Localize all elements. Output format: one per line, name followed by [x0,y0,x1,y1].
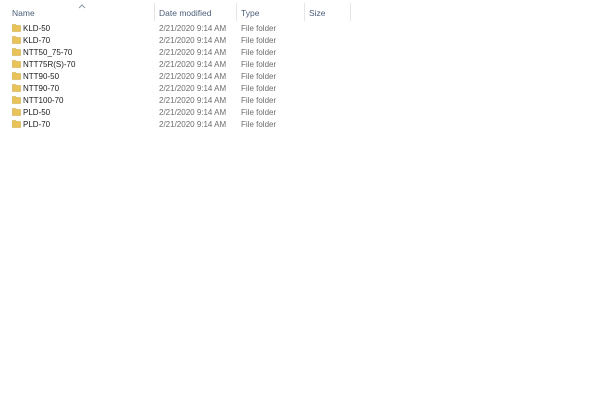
file-type: File folder [241,48,277,57]
file-type: File folder [241,96,277,105]
folder-icon [12,95,21,104]
list-item[interactable]: KLD-50 2/21/2020 9:14 AM File folder [0,22,352,34]
file-type: File folder [241,60,277,69]
folder-icon [12,35,21,44]
chevron-up-icon[interactable] [78,1,86,9]
list-item[interactable]: PLD-70 2/21/2020 9:14 AM File folder [0,118,352,130]
file-name: KLD-70 [23,36,51,45]
file-date-modified: 2/21/2020 9:14 AM [159,96,227,105]
list-item[interactable]: NTT75R(S)-70 2/21/2020 9:14 AM File fold… [0,58,352,70]
file-type: File folder [241,72,277,81]
folder-icon [12,23,21,32]
list-item[interactable]: NTT90-70 2/21/2020 9:14 AM File folder [0,82,352,94]
folder-icon [12,107,21,116]
file-name: NTT100-70 [23,96,64,105]
column-header-size[interactable]: Size [309,0,326,22]
list-item[interactable]: NTT90-50 2/21/2020 9:14 AM File folder [0,70,352,82]
column-divider[interactable] [154,3,155,21]
column-header-type[interactable]: Type [241,0,259,22]
file-name: PLD-50 [23,108,51,117]
column-divider[interactable] [236,3,237,21]
file-date-modified: 2/21/2020 9:14 AM [159,60,227,69]
file-type: File folder [241,36,277,45]
file-type: File folder [241,120,277,129]
list-item[interactable]: PLD-50 2/21/2020 9:14 AM File folder [0,106,352,118]
file-date-modified: 2/21/2020 9:14 AM [159,36,227,45]
file-date-modified: 2/21/2020 9:14 AM [159,120,227,129]
file-type: File folder [241,24,277,33]
file-list-view: Name Date modified Type Size KLD-50 2/21… [0,0,600,410]
file-date-modified: 2/21/2020 9:14 AM [159,48,227,57]
list-item[interactable]: NTT100-70 2/21/2020 9:14 AM File folder [0,94,352,106]
folder-icon [12,119,21,128]
file-type: File folder [241,108,277,117]
file-name: NTT50_75-70 [23,48,73,57]
file-date-modified: 2/21/2020 9:14 AM [159,24,227,33]
column-divider[interactable] [304,3,305,21]
file-name: KLD-50 [23,24,51,33]
folder-icon [12,47,21,56]
column-divider[interactable] [350,3,351,21]
folder-icon [12,83,21,92]
column-header-row: Name Date modified Type Size [0,0,352,22]
list-item[interactable]: KLD-70 2/21/2020 9:14 AM File folder [0,34,352,46]
file-name: PLD-70 [23,120,51,129]
file-name: NTT75R(S)-70 [23,60,76,69]
column-header-date-modified[interactable]: Date modified [159,0,211,22]
list-item[interactable]: NTT50_75-70 2/21/2020 9:14 AM File folde… [0,46,352,58]
folder-icon [12,59,21,68]
file-name: NTT90-70 [23,84,60,93]
file-name: NTT90-50 [23,72,60,81]
column-header-name[interactable]: Name [12,0,35,22]
folder-icon [12,71,21,80]
file-date-modified: 2/21/2020 9:14 AM [159,108,227,117]
file-date-modified: 2/21/2020 9:14 AM [159,72,227,81]
file-date-modified: 2/21/2020 9:14 AM [159,84,227,93]
file-type: File folder [241,84,277,93]
